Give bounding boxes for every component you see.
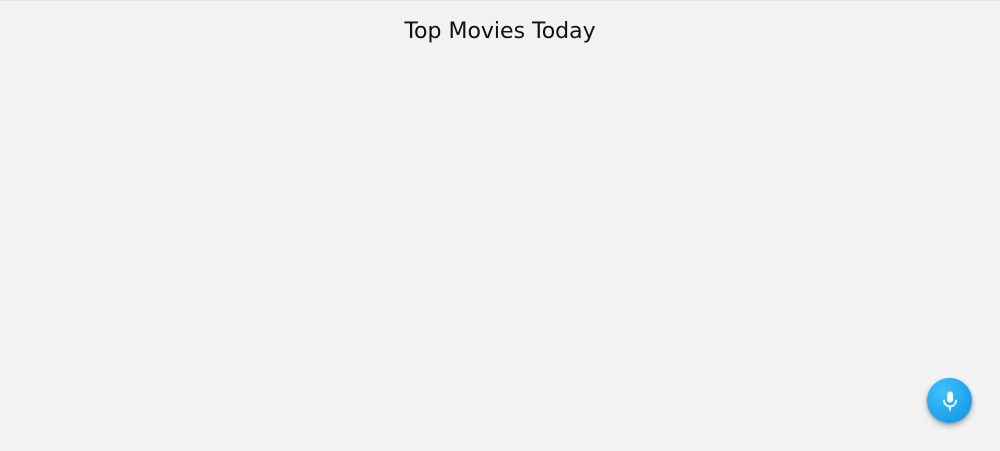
- microphone-icon: [942, 391, 957, 411]
- top-border: [0, 0, 1000, 1]
- page-title: Top Movies Today: [404, 19, 596, 44]
- voice-search-button[interactable]: [927, 378, 972, 423]
- movie-list-area: [0, 60, 1000, 451]
